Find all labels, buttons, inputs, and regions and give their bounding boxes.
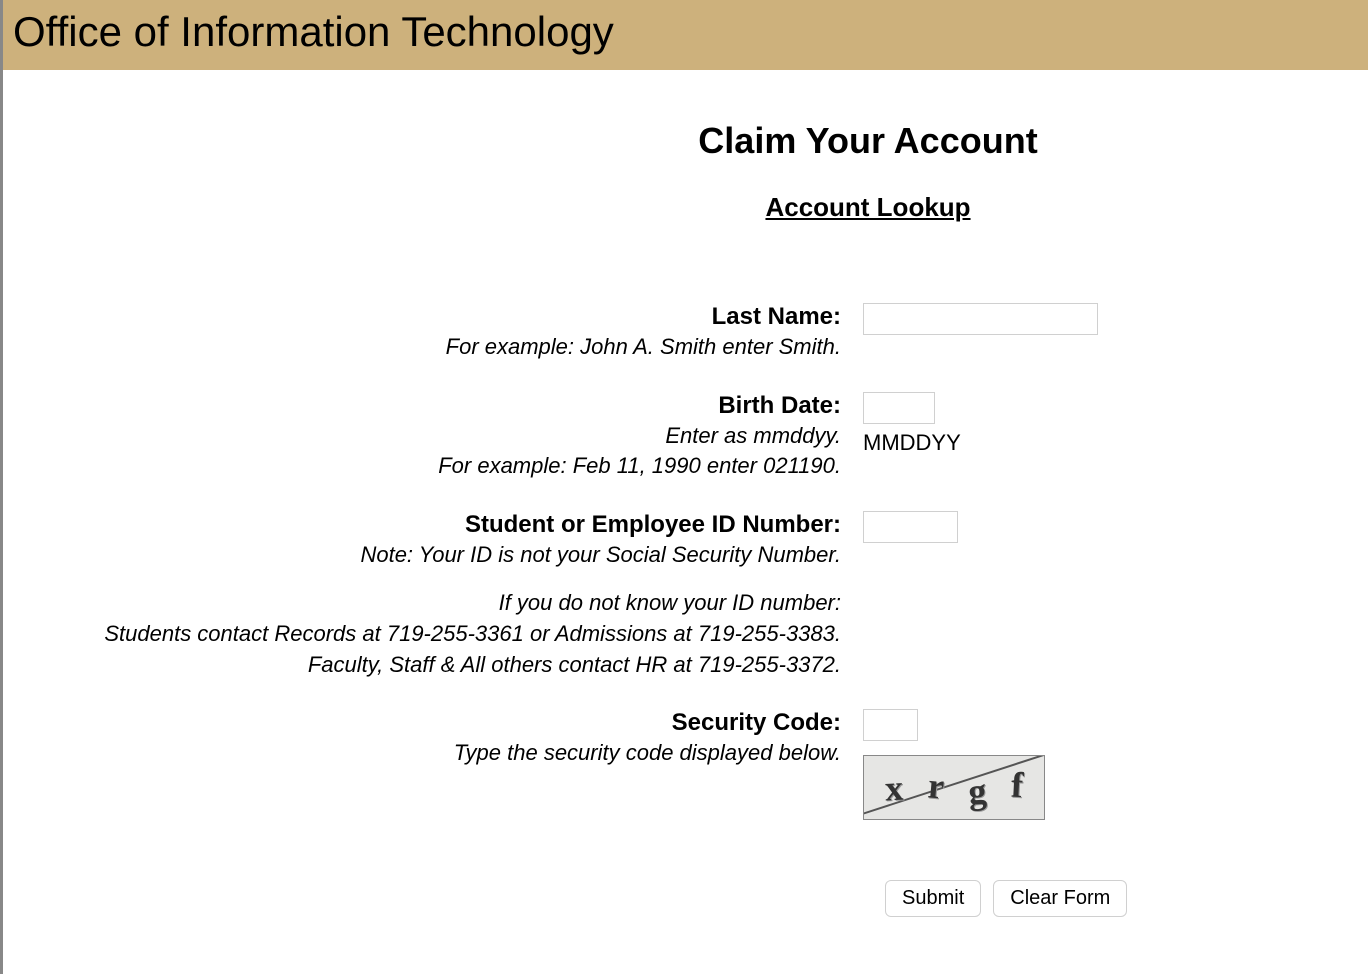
- securitycode-label: Security Code:: [3, 709, 841, 737]
- securitycode-input[interactable]: [863, 709, 918, 741]
- page-title: Claim Your Account: [433, 120, 1303, 162]
- idnumber-label: Student or Employee ID Number:: [3, 511, 841, 539]
- input-col-idnumber: [863, 511, 1303, 543]
- left-border: [0, 0, 3, 974]
- securitycode-help: Type the security code displayed below.: [3, 739, 841, 768]
- lastname-input[interactable]: [863, 303, 1098, 335]
- birthdate-label: Birth Date:: [3, 392, 841, 420]
- captcha-image: x r g f: [863, 755, 1045, 820]
- idnumber-help4: Faculty, Staff & All others contact HR a…: [3, 651, 841, 680]
- captcha-char-3: f: [1011, 763, 1025, 806]
- captcha-char-2: g: [967, 769, 988, 812]
- birthdate-format-hint: MMDDYY: [863, 430, 1303, 456]
- label-col-lastname: Last Name: For example: John A. Smith en…: [3, 303, 863, 362]
- submit-button[interactable]: Submit: [885, 880, 981, 917]
- header-title: Office of Information Technology: [13, 8, 1358, 56]
- label-col-birthdate: Birth Date: Enter as mmddyy. For example…: [3, 392, 863, 481]
- lastname-help: For example: John A. Smith enter Smith.: [3, 333, 841, 362]
- input-col-lastname: [863, 303, 1303, 335]
- button-row: Submit Clear Form: [3, 880, 1303, 917]
- content-area: Claim Your Account Account Lookup Last N…: [3, 70, 1303, 917]
- captcha-char-0: x: [883, 766, 903, 809]
- row-lastname: Last Name: For example: John A. Smith en…: [3, 303, 1303, 362]
- idnumber-help1: Note: Your ID is not your Social Securit…: [3, 541, 841, 570]
- birthdate-help1: Enter as mmddyy.: [3, 422, 841, 451]
- idnumber-help3: Students contact Records at 719-255-3361…: [3, 620, 841, 649]
- idnumber-help2: If you do not know your ID number:: [3, 589, 841, 618]
- form-container: Last Name: For example: John A. Smith en…: [3, 303, 1303, 917]
- row-idnumber: Student or Employee ID Number: Note: You…: [3, 511, 1303, 679]
- label-col-idnumber: Student or Employee ID Number: Note: You…: [3, 511, 863, 679]
- birthdate-input[interactable]: [863, 392, 935, 424]
- button-col: Submit Clear Form: [885, 880, 1127, 917]
- input-col-birthdate: MMDDYY: [863, 392, 1303, 456]
- lastname-label: Last Name:: [3, 303, 841, 331]
- idnumber-input[interactable]: [863, 511, 958, 543]
- row-securitycode: Security Code: Type the security code di…: [3, 709, 1303, 820]
- clear-button[interactable]: Clear Form: [993, 880, 1127, 917]
- row-birthdate: Birth Date: Enter as mmddyy. For example…: [3, 392, 1303, 481]
- input-col-securitycode: x r g f: [863, 709, 1303, 820]
- page-subtitle: Account Lookup: [433, 192, 1303, 223]
- birthdate-help2: For example: Feb 11, 1990 enter 021190.: [3, 452, 841, 481]
- captcha-char-1: r: [926, 764, 946, 807]
- header-bar: Office of Information Technology: [3, 0, 1368, 70]
- label-col-securitycode: Security Code: Type the security code di…: [3, 709, 863, 768]
